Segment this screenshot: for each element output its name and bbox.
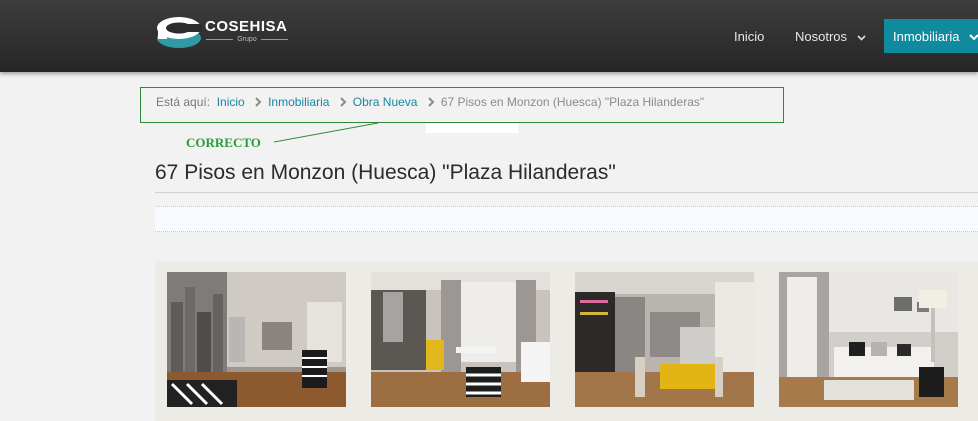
brand-subtitle: Grupo — [206, 36, 288, 43]
title-divider — [155, 192, 978, 193]
nav-inicio[interactable]: Inicio — [734, 29, 764, 44]
nav-nosotros[interactable]: Nosotros — [795, 29, 866, 44]
nav-inicio-label: Inicio — [734, 29, 765, 44]
gallery-photo-2[interactable] — [371, 272, 550, 407]
photo-gallery — [155, 261, 978, 421]
page-title: 67 Pisos en Monzon (Huesca) "Plaza Hilan… — [155, 161, 616, 184]
apartment-photo-image — [371, 272, 550, 407]
cosehisa-logo-icon — [157, 17, 202, 48]
annotation-mask — [426, 123, 518, 133]
annotation-label: CORRECTO — [186, 135, 261, 150]
gallery-photo-1[interactable] — [167, 272, 346, 407]
annotation-box — [140, 87, 784, 123]
gallery-photo-4[interactable] — [779, 272, 958, 407]
nav-inmobiliaria[interactable]: Inmobiliaria — [884, 19, 978, 53]
apartment-photo-image — [167, 272, 346, 407]
apartment-photo-image — [779, 272, 958, 407]
brand-name: COSEHISA — [205, 18, 288, 35]
apartment-photo-image — [575, 272, 754, 407]
brand-logo[interactable]: COSEHISA Grupo — [156, 15, 296, 49]
chevron-down-icon — [969, 34, 978, 41]
info-bar — [155, 206, 978, 232]
nav-nosotros-label: Nosotros — [795, 29, 848, 44]
gallery-photo-3[interactable] — [575, 272, 754, 407]
site-header: COSEHISA Grupo Inicio Nosotros Inmobilia… — [0, 0, 978, 72]
nav-inmobiliaria-label: Inmobiliaria — [893, 29, 960, 44]
chevron-down-icon — [857, 34, 866, 41]
